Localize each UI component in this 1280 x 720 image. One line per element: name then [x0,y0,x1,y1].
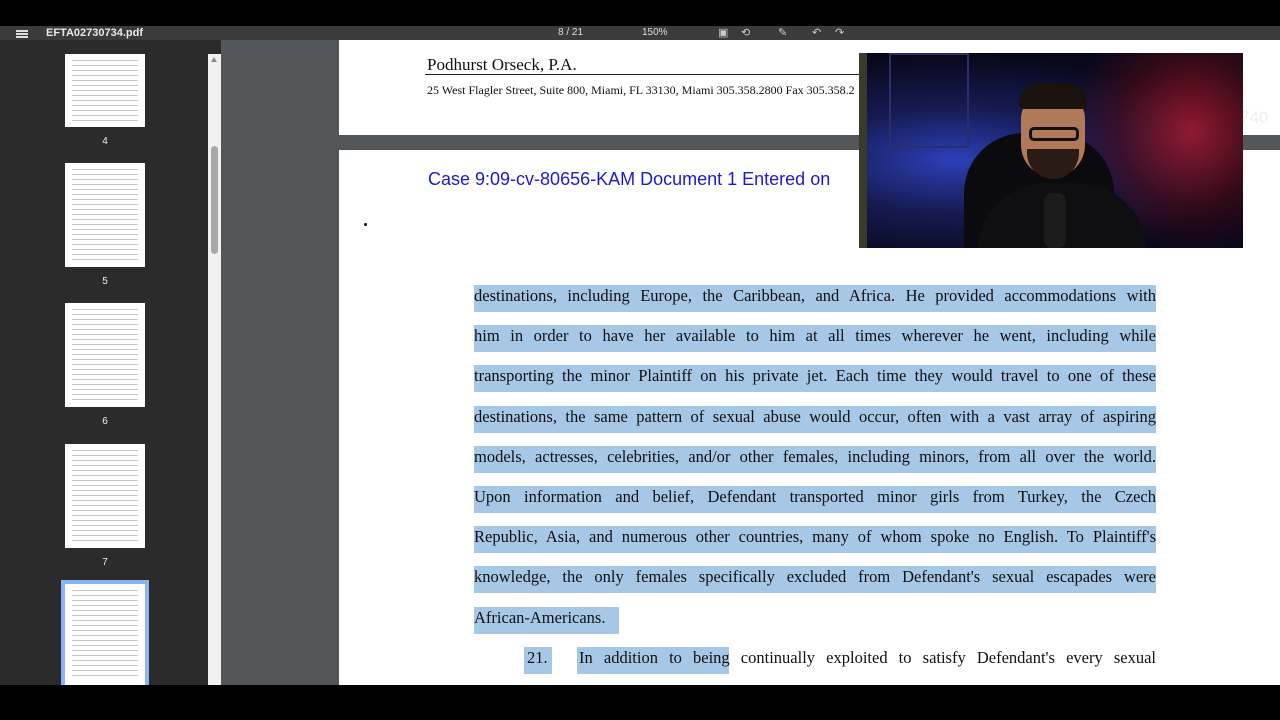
divider [425,74,865,75]
scan-speck [364,223,367,226]
scrollbar-thumb[interactable] [211,146,218,254]
text-line: transporting the minor Plaintiff on his … [474,362,1156,402]
firm-name: Podhurst Orseck, P.A. [427,55,577,74]
text-line: knowledge, the only females specifically… [474,563,1156,603]
thumbnail-label: 7 [102,557,108,568]
firm-address: 25 West Flagler Street, Suite 800, Miami… [427,83,855,97]
overlay-number: 740 [1240,108,1269,127]
paragraph-21-text: In addition to being continually exploit… [579,647,1156,667]
text-line: Republic, Asia, and numerous other count… [474,523,1156,563]
text-line: Upon information and belief, Defendant t… [474,483,1156,523]
case-header: Case 9:09-cv-80656-KAM Document 1 Entere… [428,169,831,189]
pdf-toolbar: EFTA02730734.pdf 8 / 21 150% ▣ ⟲ ✎ ↶ ↷ [0,26,1280,40]
menu-icon[interactable] [16,30,28,38]
page-thumbnail[interactable] [65,54,145,127]
scroll-up-icon[interactable] [211,57,217,62]
sidebar-scrollbar[interactable] [208,54,221,685]
file-name: EFTA02730734.pdf [46,27,144,39]
text-line: him in order to have her available to hi… [474,322,1156,362]
text-line: destinations, the same pattern of sexual… [474,403,1156,443]
paragraph-number: 21. [527,647,548,667]
zoom-level[interactable]: 150% [642,26,668,40]
thumbnail-sidebar: 4 5 6 7 [0,40,221,685]
undo-icon[interactable]: ↶ [812,26,821,40]
page-thumbnail[interactable] [65,163,145,267]
draw-icon[interactable]: ✎ [778,26,787,40]
text-line: African-Americans. [474,604,1156,644]
paragraph-21-line: 21. In addition to being continually exp… [474,644,1156,684]
webcam-overlay [859,53,1243,248]
text-line: destinations, including Europe, the Cari… [474,282,1156,322]
paragraph-20: destinations, including Europe, the Cari… [474,282,1156,684]
page-thumbnail-active[interactable] [61,580,149,685]
letterbox-bottom [0,685,1280,720]
redo-icon[interactable]: ↷ [835,26,844,40]
thumbnail-label: 5 [102,276,108,287]
page-thumbnail[interactable] [65,444,145,548]
thumbnail-label: 4 [102,136,108,147]
text-line: models, actresses, celebrities, and/or o… [474,443,1156,483]
thumbnail-label: 6 [102,416,108,427]
history-icon[interactable]: ⟲ [741,26,750,40]
page-indicator[interactable]: 8 / 21 [558,26,583,40]
fit-page-icon[interactable]: ▣ [718,26,728,40]
page-thumbnail[interactable] [65,303,145,407]
